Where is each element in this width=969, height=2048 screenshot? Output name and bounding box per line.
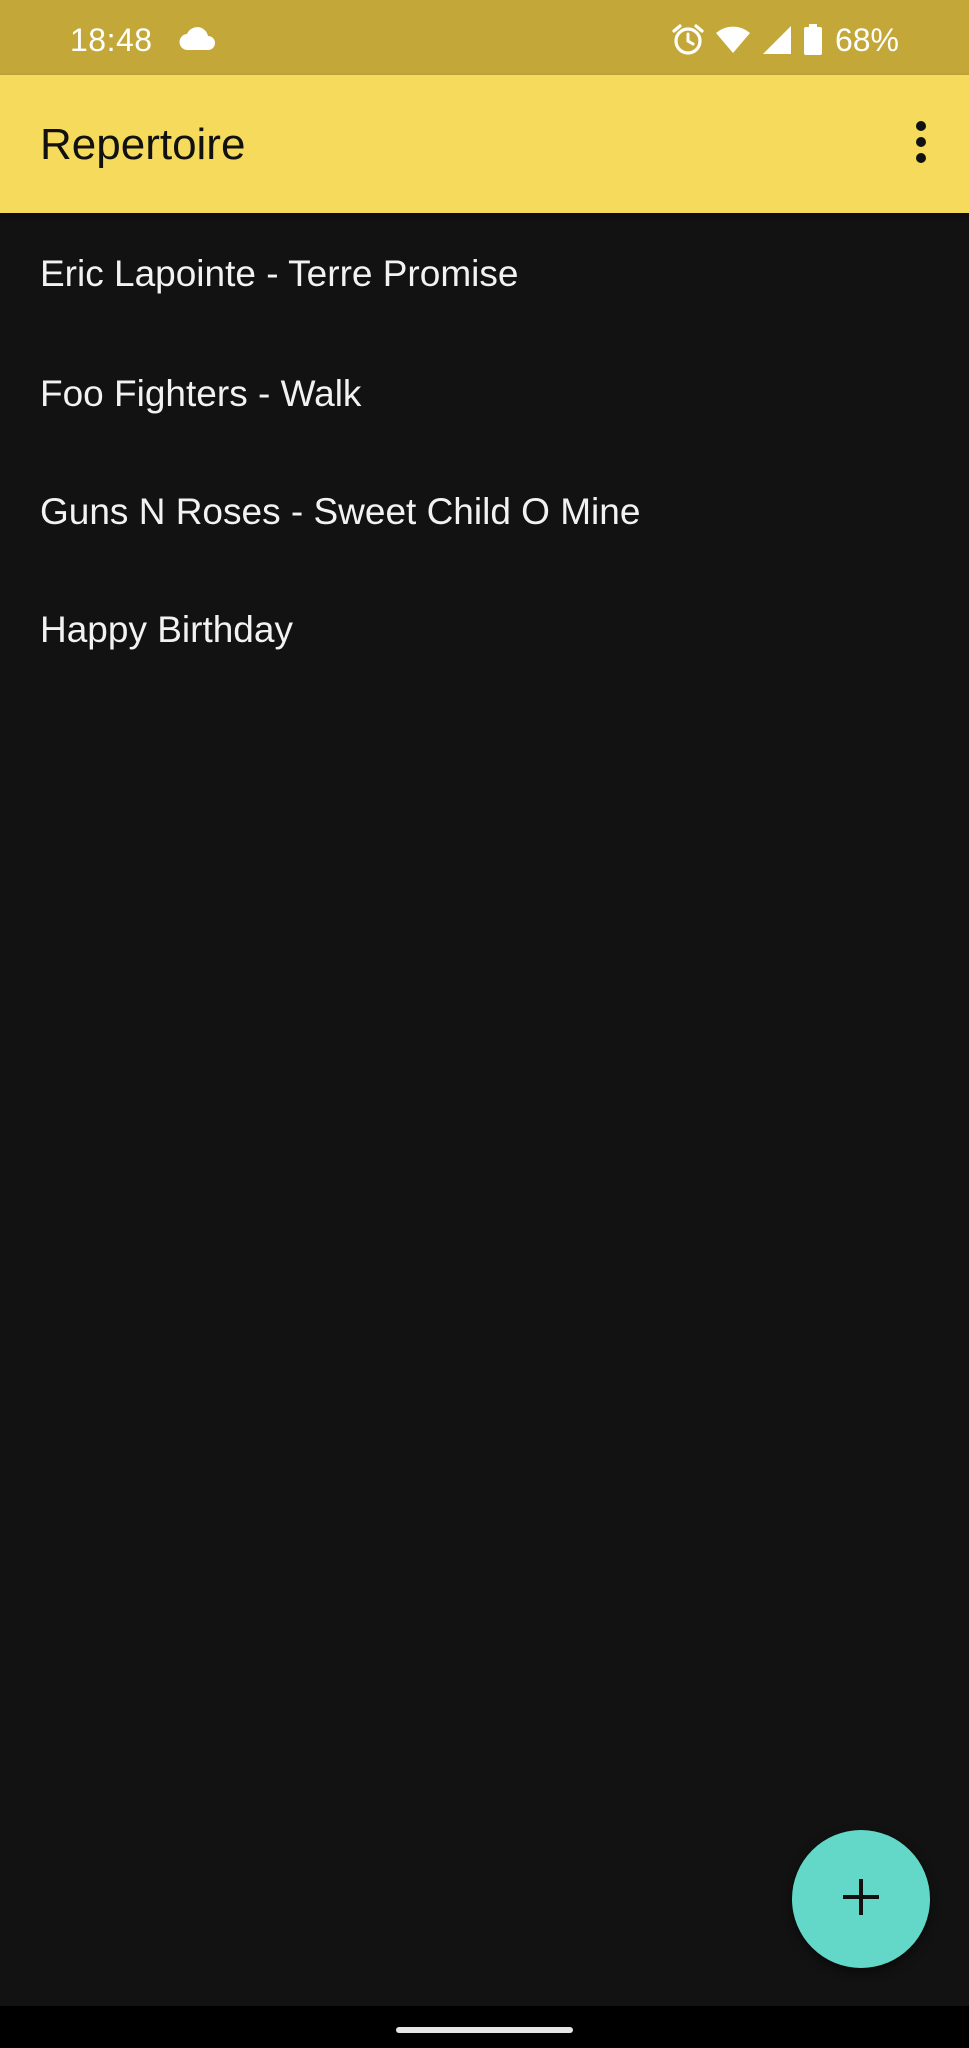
overflow-menu-button[interactable] xyxy=(887,110,955,178)
wifi-icon xyxy=(715,25,751,55)
add-song-button[interactable] xyxy=(792,1830,930,1968)
status-time: 18:48 xyxy=(70,22,153,58)
battery-percent: 68% xyxy=(834,22,899,58)
home-gesture-handle[interactable] xyxy=(396,2027,573,2033)
add-icon xyxy=(841,1877,881,1922)
page-title: Repertoire xyxy=(40,120,246,169)
more-vert-icon xyxy=(914,120,928,169)
navigation-bar xyxy=(0,2006,969,2048)
status-bar: 18:48 68% xyxy=(0,0,969,75)
cloud-icon xyxy=(178,26,216,52)
app-bar: Repertoire xyxy=(0,75,969,213)
alarm-icon xyxy=(671,23,705,57)
list-item[interactable]: Eric Lapointe - Terre Promise xyxy=(0,213,969,335)
battery-icon xyxy=(803,24,823,56)
signal-icon xyxy=(761,25,793,55)
status-icons: 68% xyxy=(671,18,899,62)
list-item[interactable]: Foo Fighters - Walk xyxy=(0,335,969,453)
list-item[interactable]: Happy Birthday xyxy=(0,571,969,689)
song-list: Eric Lapointe - Terre Promise Foo Fighte… xyxy=(0,213,969,689)
list-item[interactable]: Guns N Roses - Sweet Child O Mine xyxy=(0,453,969,571)
